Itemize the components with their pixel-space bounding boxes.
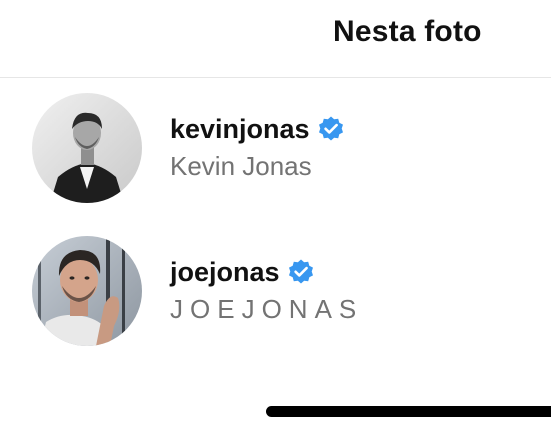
header-bar: Nesta foto — [0, 0, 551, 78]
full-name: Kevin Jonas — [170, 151, 312, 181]
page-title: Nesta foto — [333, 15, 482, 48]
avatar[interactable] — [32, 93, 142, 203]
avatar[interactable] — [32, 236, 142, 346]
verified-badge-icon — [287, 258, 315, 286]
verified-badge-icon — [317, 115, 345, 143]
username[interactable]: kevinjonas — [170, 114, 310, 145]
list-item-joejonas[interactable]: joejonas JOEJONAS — [0, 233, 551, 353]
kevinjonas-avatar-image — [32, 93, 142, 203]
joejonas-avatar-image — [32, 236, 142, 346]
list-item-kevinjonas[interactable]: kevinjonas Kevin Jonas — [0, 90, 551, 210]
full-name: JOEJONAS — [170, 294, 364, 324]
username[interactable]: joejonas — [170, 257, 280, 288]
home-indicator[interactable] — [266, 406, 551, 417]
